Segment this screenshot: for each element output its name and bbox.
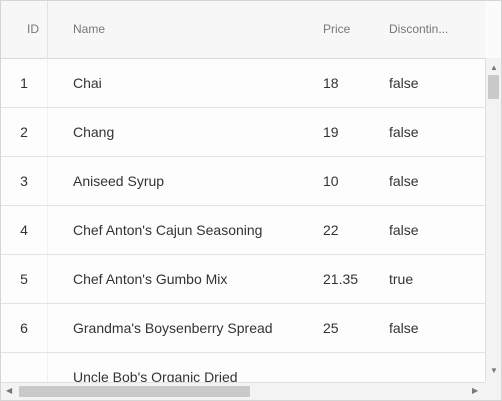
table-row[interactable]: 5 Chef Anton's Gumbo Mix 21.35 true: [1, 255, 485, 304]
table-row[interactable]: 3 Aniseed Syrup 10 false: [1, 157, 485, 206]
table-row[interactable]: 6 Grandma's Boysenberry Spread 25 false: [1, 304, 485, 353]
data-grid: ID Name Price Discontin... 1 Chai 18 fal…: [0, 0, 502, 401]
cell-discontinued: false: [389, 222, 419, 238]
scroll-left-icon[interactable]: ◀: [6, 387, 12, 395]
vertical-scroll-thumb[interactable]: [488, 75, 499, 99]
table-row[interactable]: 4 Chef Anton's Cajun Seasoning 22 false: [1, 206, 485, 255]
cell-discontinued: false: [389, 124, 419, 140]
scrollbar-corner: [485, 382, 501, 400]
cell-discontinued: false: [389, 173, 419, 189]
cell-id: 5: [20, 271, 28, 287]
column-header-price[interactable]: Price: [323, 1, 383, 58]
horizontal-scrollbar[interactable]: ◀ ▶: [1, 382, 485, 400]
cell-name: Chai: [73, 75, 102, 91]
column-header-name[interactable]: Name: [73, 1, 273, 58]
column-header-discontinued[interactable]: Discontin...: [389, 1, 461, 58]
vertical-scrollbar[interactable]: ▲ ▼: [485, 58, 501, 382]
column-header-id[interactable]: ID: [1, 1, 65, 58]
scroll-down-icon[interactable]: ▼: [490, 367, 498, 375]
cell-id: 1: [20, 75, 28, 91]
scroll-up-icon[interactable]: ▲: [490, 64, 498, 72]
cell-price: 19: [323, 124, 339, 140]
cell-price: 10: [323, 173, 339, 189]
table-row[interactable]: 1 Chai 18 false: [1, 59, 485, 108]
table-row[interactable]: 2 Chang 19 false: [1, 108, 485, 157]
horizontal-scroll-thumb[interactable]: [19, 386, 250, 397]
cell-id: 2: [20, 124, 28, 140]
cell-name: Chang: [73, 124, 115, 140]
cell-discontinued: false: [389, 75, 419, 91]
cell-name: Chef Anton's Gumbo Mix: [73, 271, 228, 287]
cell-price: 18: [323, 75, 339, 91]
cell-price: 21.35: [323, 271, 359, 287]
cell-discontinued: false: [389, 320, 419, 336]
scroll-right-icon[interactable]: ▶: [472, 387, 478, 395]
cell-name: Grandma's Boysenberry Spread: [73, 320, 273, 336]
cell-price: 22: [323, 222, 339, 238]
cell-name: Chef Anton's Cajun Seasoning: [73, 222, 263, 238]
cell-id: 3: [20, 173, 28, 189]
cell-price: 25: [323, 320, 339, 336]
cell-id: 6: [20, 320, 28, 336]
grid-header: ID Name Price Discontin...: [1, 1, 485, 59]
cell-discontinued: true: [389, 271, 414, 287]
cell-name: Aniseed Syrup: [73, 173, 165, 189]
cell-id: 4: [20, 222, 28, 238]
